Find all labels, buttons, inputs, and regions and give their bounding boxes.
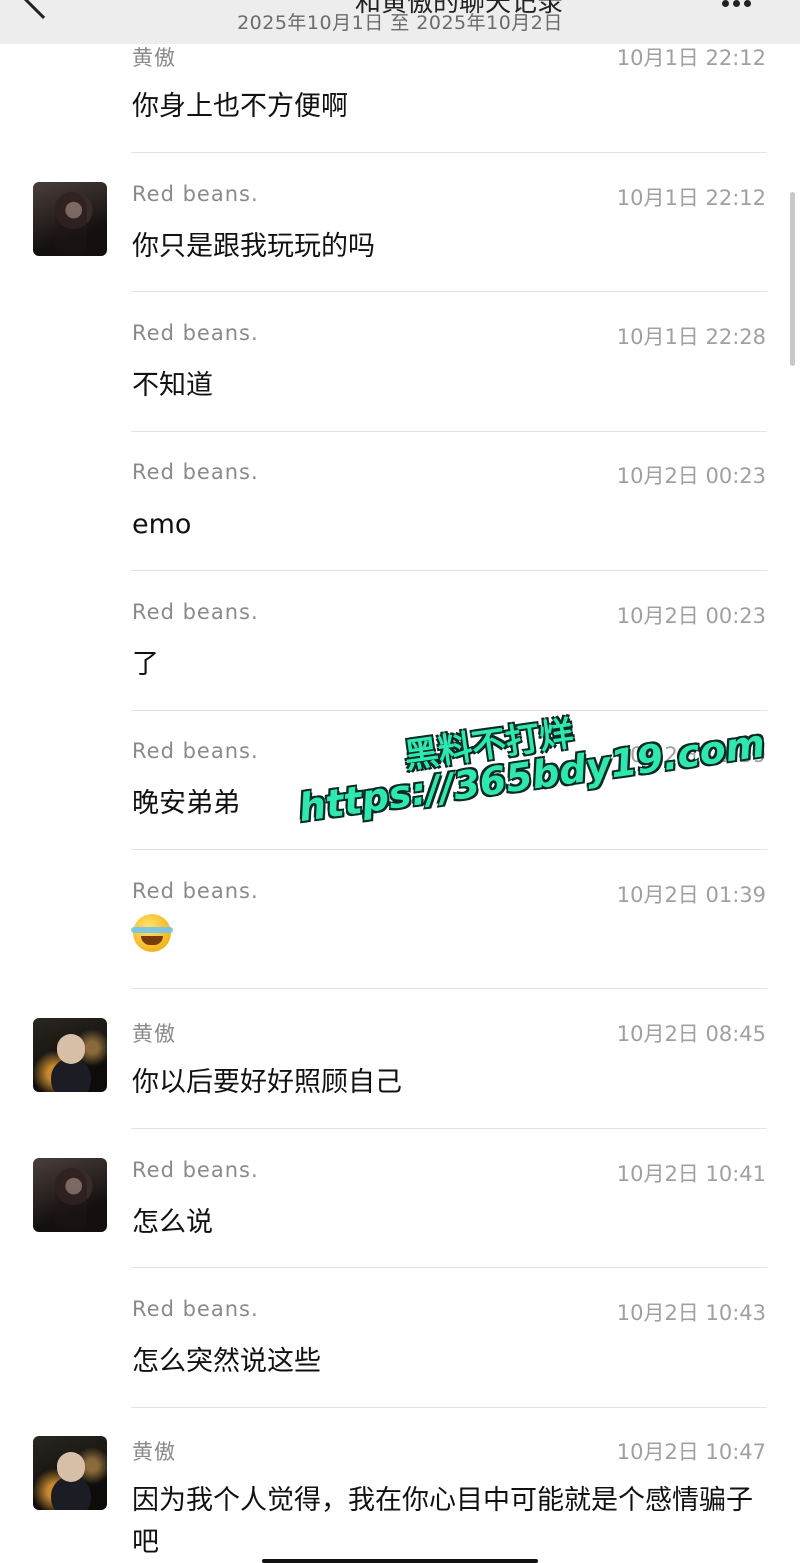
- message-time: 10月2日 01:39: [616, 883, 766, 907]
- home-indicator[interactable]: [262, 1559, 538, 1563]
- divider: [131, 291, 767, 292]
- divider: [131, 431, 767, 432]
- avatar[interactable]: [33, 1018, 107, 1092]
- message-text: 因为我个人觉得，我在你心目中可能就是个感情骗子吧: [132, 1485, 753, 1558]
- message-text: 你身上也不方便啊: [132, 91, 348, 122]
- message-time: 10月2日 00:23: [616, 464, 766, 488]
- message-time: 10月2日 10:47: [616, 1440, 766, 1464]
- sender-name: 黄傲: [132, 46, 176, 70]
- more-options-icon[interactable]: [722, 0, 755, 11]
- divider: [131, 849, 767, 850]
- sender-name: 黄傲: [132, 1022, 176, 1046]
- divider: [131, 710, 767, 711]
- divider: [131, 1128, 767, 1129]
- sender-name: 黄傲: [132, 1440, 176, 1464]
- sender-name: Red beans.: [132, 1297, 259, 1321]
- divider: [131, 1407, 767, 1408]
- scrollbar[interactable]: [790, 192, 795, 366]
- date-range: 2025年10月1日 至 2025年10月2日: [237, 12, 563, 34]
- sender-name: Red beans.: [132, 460, 259, 484]
- message-text: 了: [132, 649, 159, 680]
- message-time: 10月2日 00:23: [616, 604, 766, 628]
- message-text: 怎么突然说这些: [132, 1346, 321, 1377]
- sender-name: Red beans.: [132, 600, 259, 624]
- message-time: 10月1日 22:12: [616, 186, 766, 210]
- divider: [131, 1267, 767, 1268]
- sender-name: Red beans.: [132, 182, 259, 206]
- message-time: 10月2日 10:41: [616, 1162, 766, 1186]
- message-time: 10月2日 10:43: [616, 1301, 766, 1325]
- message-time: 10月1日 22:12: [616, 46, 766, 70]
- divider: [131, 570, 767, 571]
- message-text: 怎么说: [132, 1207, 213, 1238]
- message-time: 10月1日 22:28: [616, 325, 766, 349]
- message-text: 不知道: [132, 370, 213, 401]
- sender-name: Red beans.: [132, 739, 259, 763]
- avatar[interactable]: [33, 1158, 107, 1232]
- chat-history-header: 和黄傲的聊天记录 2025年10月1日 至 2025年10月2日: [0, 0, 800, 44]
- avatar[interactable]: [33, 182, 107, 256]
- divider: [131, 152, 767, 153]
- sender-name: Red beans.: [132, 321, 259, 345]
- sender-name: Red beans.: [132, 1158, 259, 1182]
- loudly-crying-face-icon: [131, 914, 173, 952]
- avatar[interactable]: [33, 1436, 107, 1510]
- sender-name: Red beans.: [132, 879, 259, 903]
- message-time: 10月2日 08:45: [616, 1022, 766, 1046]
- message-text: emo: [132, 509, 192, 540]
- divider: [131, 988, 767, 989]
- message-text: 你以后要好好照顾自己: [132, 1067, 402, 1098]
- message-text: 你只是跟我玩玩的吗: [132, 231, 375, 262]
